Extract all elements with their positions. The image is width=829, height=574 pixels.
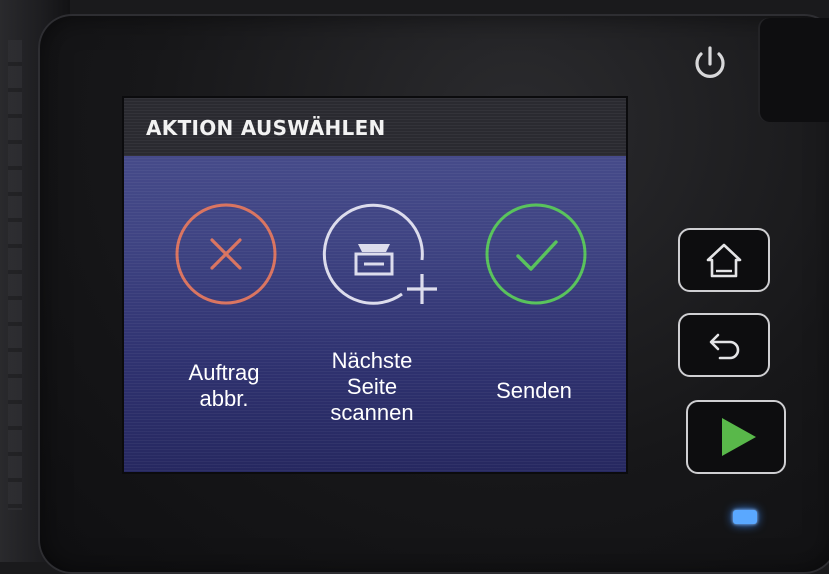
start-button[interactable] (686, 400, 786, 474)
scan-next-page-label-line-2: Seite (346, 374, 398, 399)
home-button[interactable] (678, 228, 770, 292)
scan-add-page-icon (322, 203, 437, 305)
home-icon (706, 243, 742, 278)
back-icon (709, 333, 740, 360)
scan-next-page-label: Nächste Seite scannen (302, 348, 442, 426)
cancel-job-label: Auftrag abbr. (154, 360, 294, 412)
scan-next-page-label-line-1: Nächste (331, 348, 413, 373)
checkmark-icon (485, 203, 587, 305)
cancel-job-label-line-1: Auftrag (188, 360, 260, 385)
status-led (733, 510, 757, 524)
scan-next-page-button[interactable]: Nächste Seite scannen (302, 202, 442, 462)
scan-next-page-label-line-3: scannen (330, 400, 414, 425)
send-label: Senden (464, 378, 604, 404)
send-label-line-1: Senden (496, 378, 572, 403)
close-icon (175, 203, 277, 305)
screen-title: AKTION AUSWÄHLEN (146, 116, 386, 140)
cancel-job-label-line-2: abbr. (199, 386, 249, 411)
send-button[interactable]: Senden (464, 202, 604, 462)
power-icon[interactable] (688, 40, 732, 88)
back-button[interactable] (678, 313, 770, 377)
cancel-job-button[interactable]: Auftrag abbr. (154, 202, 294, 462)
lcd-screen: AKTION AUSWÄHLEN Auftrag abbr. Nächste S… (124, 98, 626, 472)
screen-header: AKTION AUSWÄHLEN (124, 98, 626, 156)
panel-edge (758, 18, 829, 122)
play-icon (722, 418, 756, 456)
